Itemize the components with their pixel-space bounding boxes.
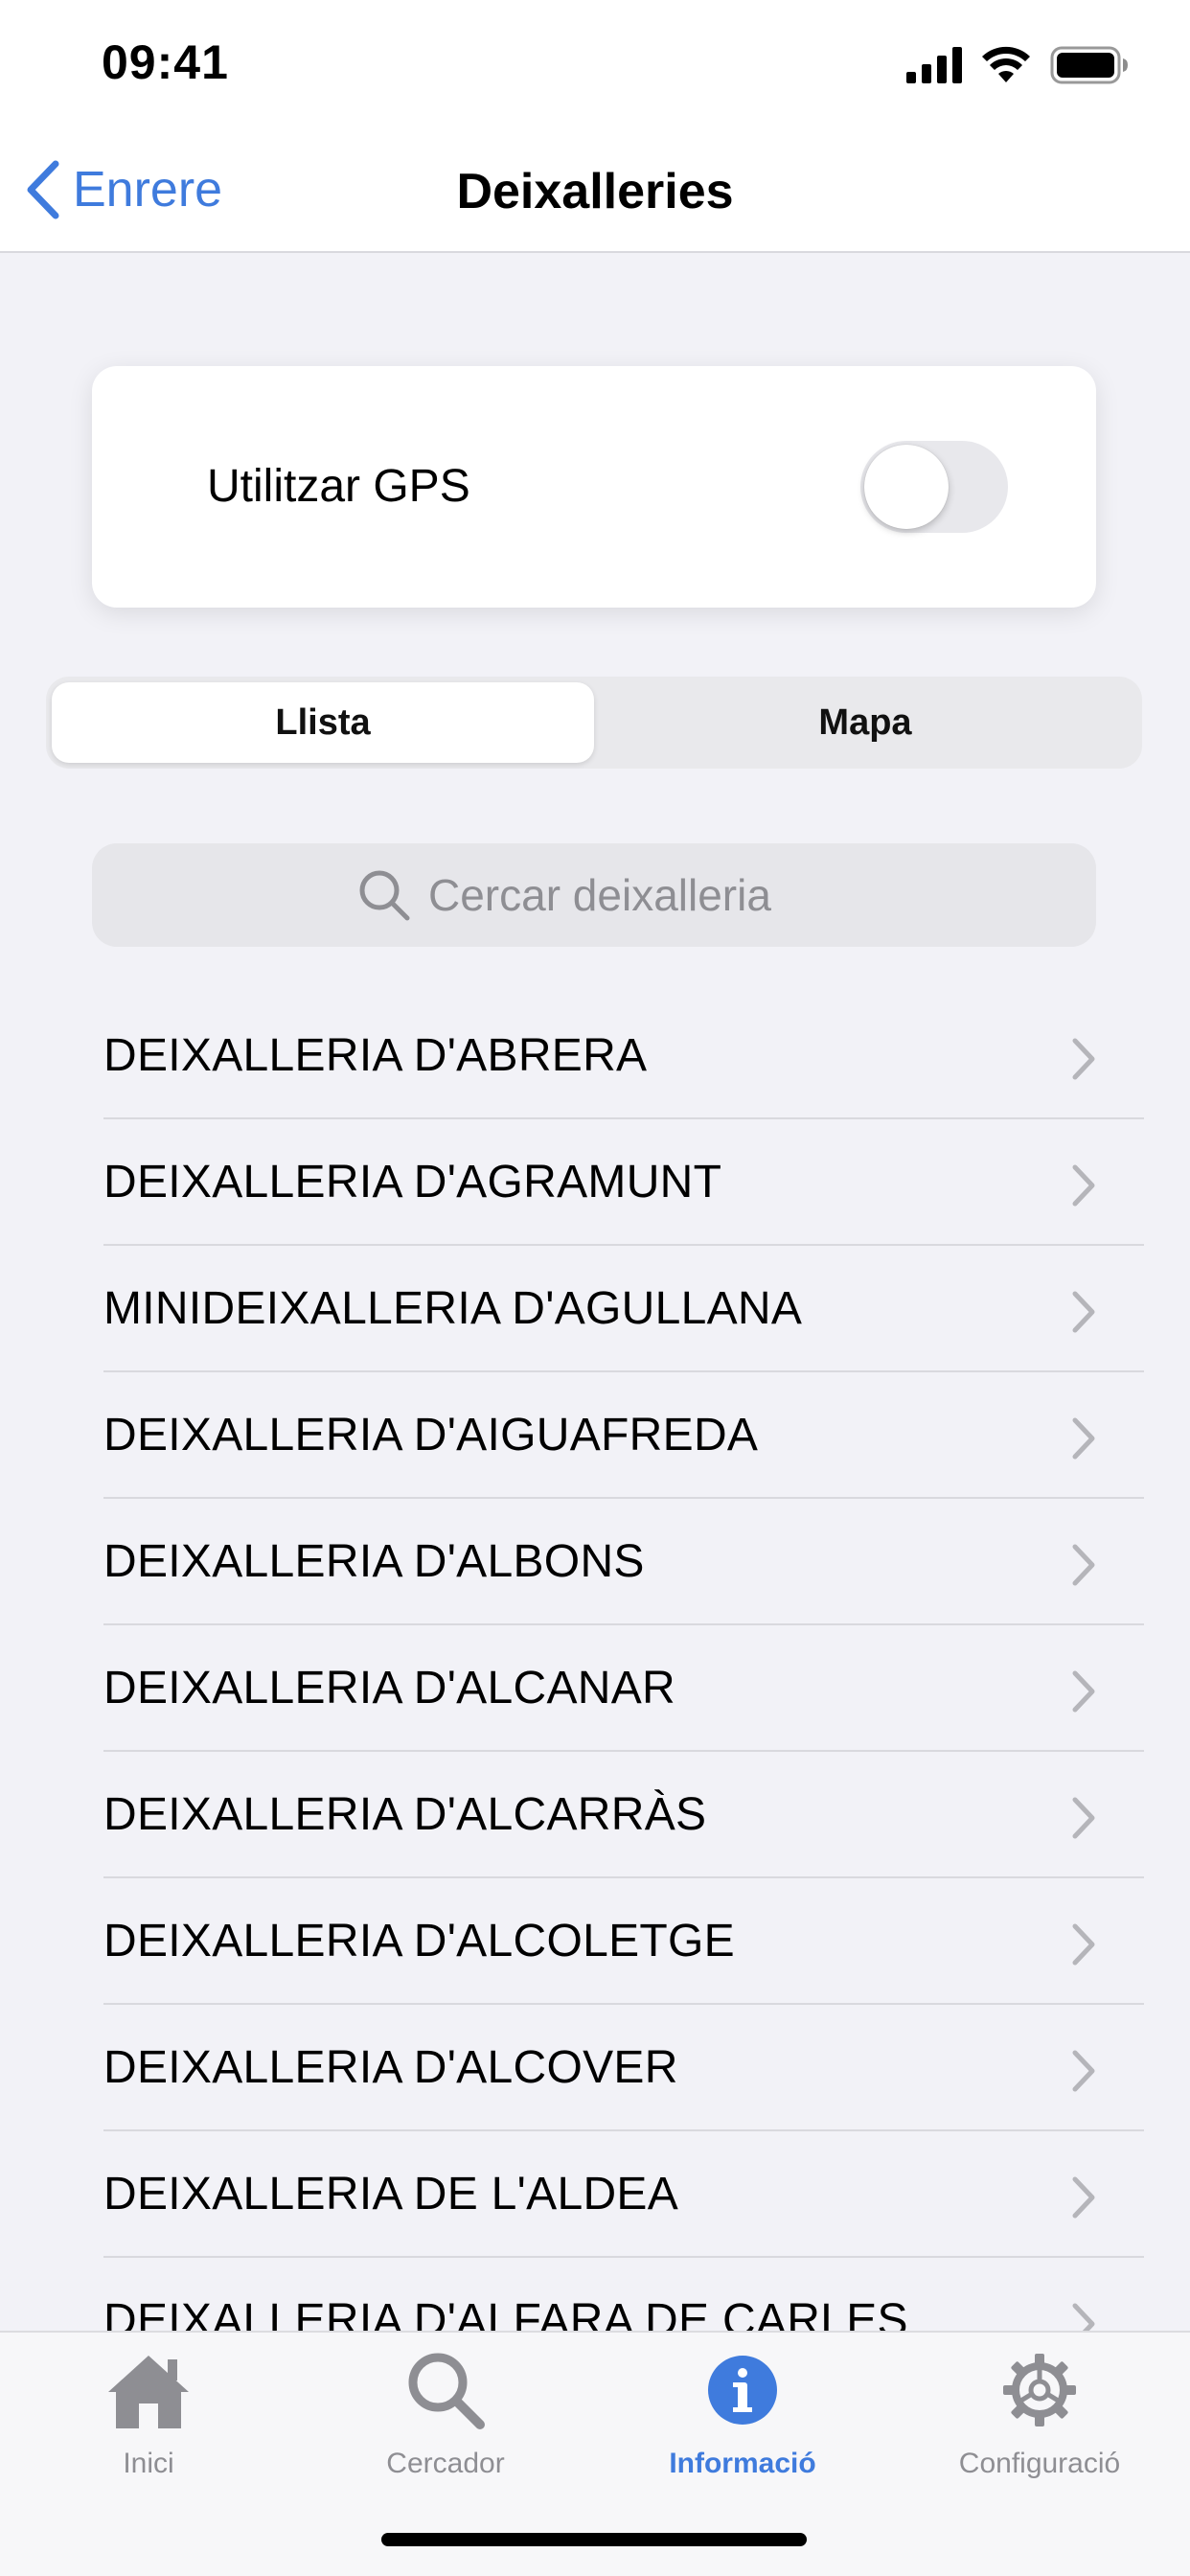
cellular-signal-icon bbox=[906, 47, 962, 83]
chevron-right-icon bbox=[1072, 2050, 1095, 2092]
wifi-icon bbox=[982, 46, 1030, 82]
status-bar: 09:41 bbox=[0, 0, 1190, 126]
list-item[interactable]: DEIXALLERIA D'ALCOVER bbox=[0, 2005, 1190, 2131]
chevron-right-icon bbox=[1072, 1291, 1095, 1333]
status-time: 09:41 bbox=[102, 35, 229, 89]
page-title: Deixalleries bbox=[456, 164, 734, 219]
battery-icon bbox=[1050, 46, 1128, 84]
tab-label: Inici bbox=[123, 2448, 174, 2479]
tab-inici[interactable]: Inici bbox=[0, 2342, 297, 2515]
segment-map[interactable]: Mapa bbox=[594, 682, 1136, 763]
house-icon bbox=[108, 2356, 189, 2428]
search-input[interactable] bbox=[428, 869, 831, 921]
list-item-label: DEIXALLERIA D'ABRERA bbox=[103, 1030, 648, 1081]
list-item-label: DEIXALLERIA D'ALCARRÀS bbox=[103, 1789, 707, 1840]
list-item-label: DEIXALLERIA D'ALCOLETGE bbox=[103, 1916, 735, 1966]
list-item-label: DEIXALLERIA D'AIGUAFREDA bbox=[103, 1410, 759, 1460]
gps-card: Utilitzar GPS bbox=[92, 366, 1096, 608]
tab-configuracio[interactable]: Configuració bbox=[891, 2342, 1188, 2515]
tab-icon-wrapper bbox=[104, 2342, 193, 2438]
gps-label: Utilitzar GPS bbox=[207, 461, 470, 512]
home-indicator bbox=[381, 2533, 807, 2546]
chevron-right-icon bbox=[1072, 1164, 1095, 1207]
tab-label: Informació bbox=[669, 2448, 816, 2479]
chevron-right-icon bbox=[1072, 1670, 1095, 1713]
tab-label: Configuració bbox=[958, 2448, 1121, 2479]
gps-toggle[interactable] bbox=[860, 441, 1008, 533]
tab-icon-wrapper bbox=[1001, 2342, 1078, 2438]
search-icon bbox=[359, 870, 410, 921]
tab-informacio[interactable]: Informació bbox=[594, 2342, 891, 2515]
tab-label: Cercador bbox=[386, 2448, 505, 2479]
status-icons bbox=[906, 44, 1129, 86]
gear-icon bbox=[1003, 2354, 1076, 2426]
list-item-label: DEIXALLERIA D'ALCANAR bbox=[103, 1663, 676, 1714]
view-segmented-control: Llista Mapa bbox=[46, 677, 1142, 769]
list-item[interactable]: DEIXALLERIA D'ALCANAR bbox=[0, 1625, 1190, 1752]
list-item-label: DEIXALLERIA D'ALBONS bbox=[103, 1536, 645, 1587]
screen: 09:41 Enrere Deixalleries Utilitzar GPS … bbox=[0, 0, 1190, 2576]
list-item[interactable]: DEIXALLERIA D'ALBONS bbox=[0, 1499, 1190, 1625]
chevron-right-icon bbox=[1072, 1923, 1095, 1966]
list-item-label: DEIXALLERIA D'ALCOVER bbox=[103, 2042, 678, 2093]
list-item[interactable]: DEIXALLERIA D'ABRERA bbox=[0, 993, 1190, 1119]
list-item[interactable]: DEIXALLERIA D'ALCOLETGE bbox=[0, 1878, 1190, 2005]
chevron-right-icon bbox=[1072, 1038, 1095, 1080]
info-icon bbox=[708, 2356, 777, 2425]
list-item[interactable]: DEIXALLERIA D'ALCARRÀS bbox=[0, 1752, 1190, 1878]
search-bar[interactable] bbox=[92, 843, 1096, 947]
chevron-right-icon bbox=[1072, 2176, 1095, 2219]
chevron-right-icon bbox=[1072, 1797, 1095, 1839]
tab-icon-wrapper bbox=[405, 2342, 486, 2438]
list-item[interactable]: DEIXALLERIA DE L'ALDEA bbox=[0, 2131, 1190, 2258]
tab-cercador[interactable]: Cercador bbox=[297, 2342, 594, 2515]
tab-icon-wrapper bbox=[706, 2342, 779, 2438]
chevron-right-icon bbox=[1072, 1544, 1095, 1586]
list-item[interactable]: MINIDEIXALLERIA D'AGULLANA bbox=[0, 1246, 1190, 1372]
list-item-label: DEIXALLERIA DE L'ALDEA bbox=[103, 2169, 679, 2220]
navigation-bar: Enrere Deixalleries bbox=[0, 126, 1190, 253]
list-item-label: DEIXALLERIA D'AGRAMUNT bbox=[103, 1157, 722, 1208]
list-item[interactable]: DEIXALLERIA D'AIGUAFREDA bbox=[0, 1372, 1190, 1499]
list-item-label: MINIDEIXALLERIA D'AGULLANA bbox=[103, 1283, 803, 1334]
toggle-knob bbox=[864, 445, 949, 529]
list-item[interactable]: DEIXALLERIA D'AGRAMUNT bbox=[0, 1119, 1190, 1246]
magnifier-icon bbox=[408, 2353, 485, 2429]
chevron-right-icon bbox=[1072, 1417, 1095, 1460]
segment-list[interactable]: Llista bbox=[52, 682, 594, 763]
recycling-center-list: DEIXALLERIA D'ABRERA DEIXALLERIA D'AGRAM… bbox=[0, 993, 1190, 2384]
